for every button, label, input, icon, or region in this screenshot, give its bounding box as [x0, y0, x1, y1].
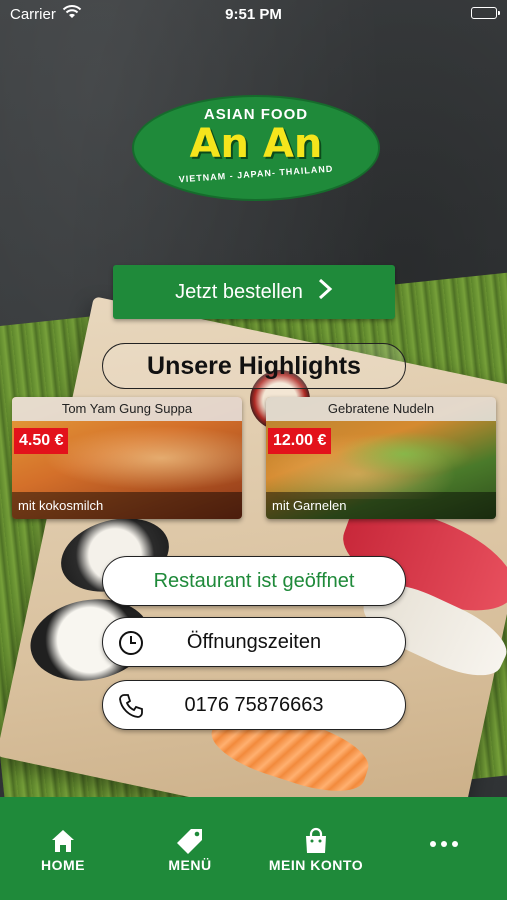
dish-title: Gebratene Nudeln — [266, 397, 496, 421]
tab-my-account[interactable]: MEIN KONTO — [266, 827, 366, 873]
bottom-tab-bar: HOME MENÜ MEIN KONTO — [0, 797, 507, 900]
tab-menu-label: MENÜ — [168, 857, 212, 873]
tab-menu[interactable]: MENÜ — [140, 827, 240, 873]
order-now-button[interactable]: Jetzt bestellen — [113, 265, 395, 319]
logo-main-text: An An — [189, 121, 323, 167]
highlight-card[interactable]: Gebratene Nudeln 12.00 € mit Garnelen — [266, 397, 496, 519]
dish-title: Tom Yam Gung Suppa — [12, 397, 242, 421]
status-bar: Carrier 9:51 PM — [0, 0, 507, 28]
highlights-title: Unsere Highlights — [102, 343, 406, 389]
tab-more[interactable] — [394, 827, 494, 847]
opening-hours-button[interactable]: Öffnungszeiten — [102, 617, 406, 667]
chevron-right-icon — [317, 278, 333, 307]
phone-number-label: 0176 75876663 — [184, 693, 324, 716]
order-now-label: Jetzt bestellen — [175, 280, 303, 303]
highlight-card[interactable]: Tom Yam Gung Suppa 4.50 € mit kokosmilch — [12, 397, 242, 519]
tab-home-label: HOME — [41, 857, 85, 873]
restaurant-status-label: Restaurant ist geöffnet — [153, 569, 355, 592]
price-badge: 4.50 € — [14, 428, 69, 454]
clock-icon — [117, 629, 145, 657]
restaurant-status-button[interactable]: Restaurant ist geöffnet — [102, 556, 406, 606]
price-badge: 12.00 € — [268, 428, 332, 454]
restaurant-logo: ASIAN FOOD An An VIETNAM - JAPAN- THAILA… — [132, 95, 380, 201]
tag-icon — [140, 827, 240, 855]
opening-hours-label: Öffnungszeiten — [186, 630, 322, 653]
home-icon — [13, 827, 113, 855]
tab-my-account-label: MEIN KONTO — [268, 857, 364, 873]
dish-subtitle: mit Garnelen — [266, 492, 496, 519]
dish-subtitle: mit kokosmilch — [12, 492, 242, 519]
battery-icon — [471, 7, 500, 19]
tab-home[interactable]: HOME — [13, 827, 113, 873]
more-dots-icon — [394, 841, 494, 847]
shopping-bag-icon — [266, 827, 366, 855]
phone-button[interactable]: 0176 75876663 — [102, 680, 406, 730]
phone-icon — [117, 692, 145, 720]
clock-time: 9:51 PM — [225, 6, 282, 23]
